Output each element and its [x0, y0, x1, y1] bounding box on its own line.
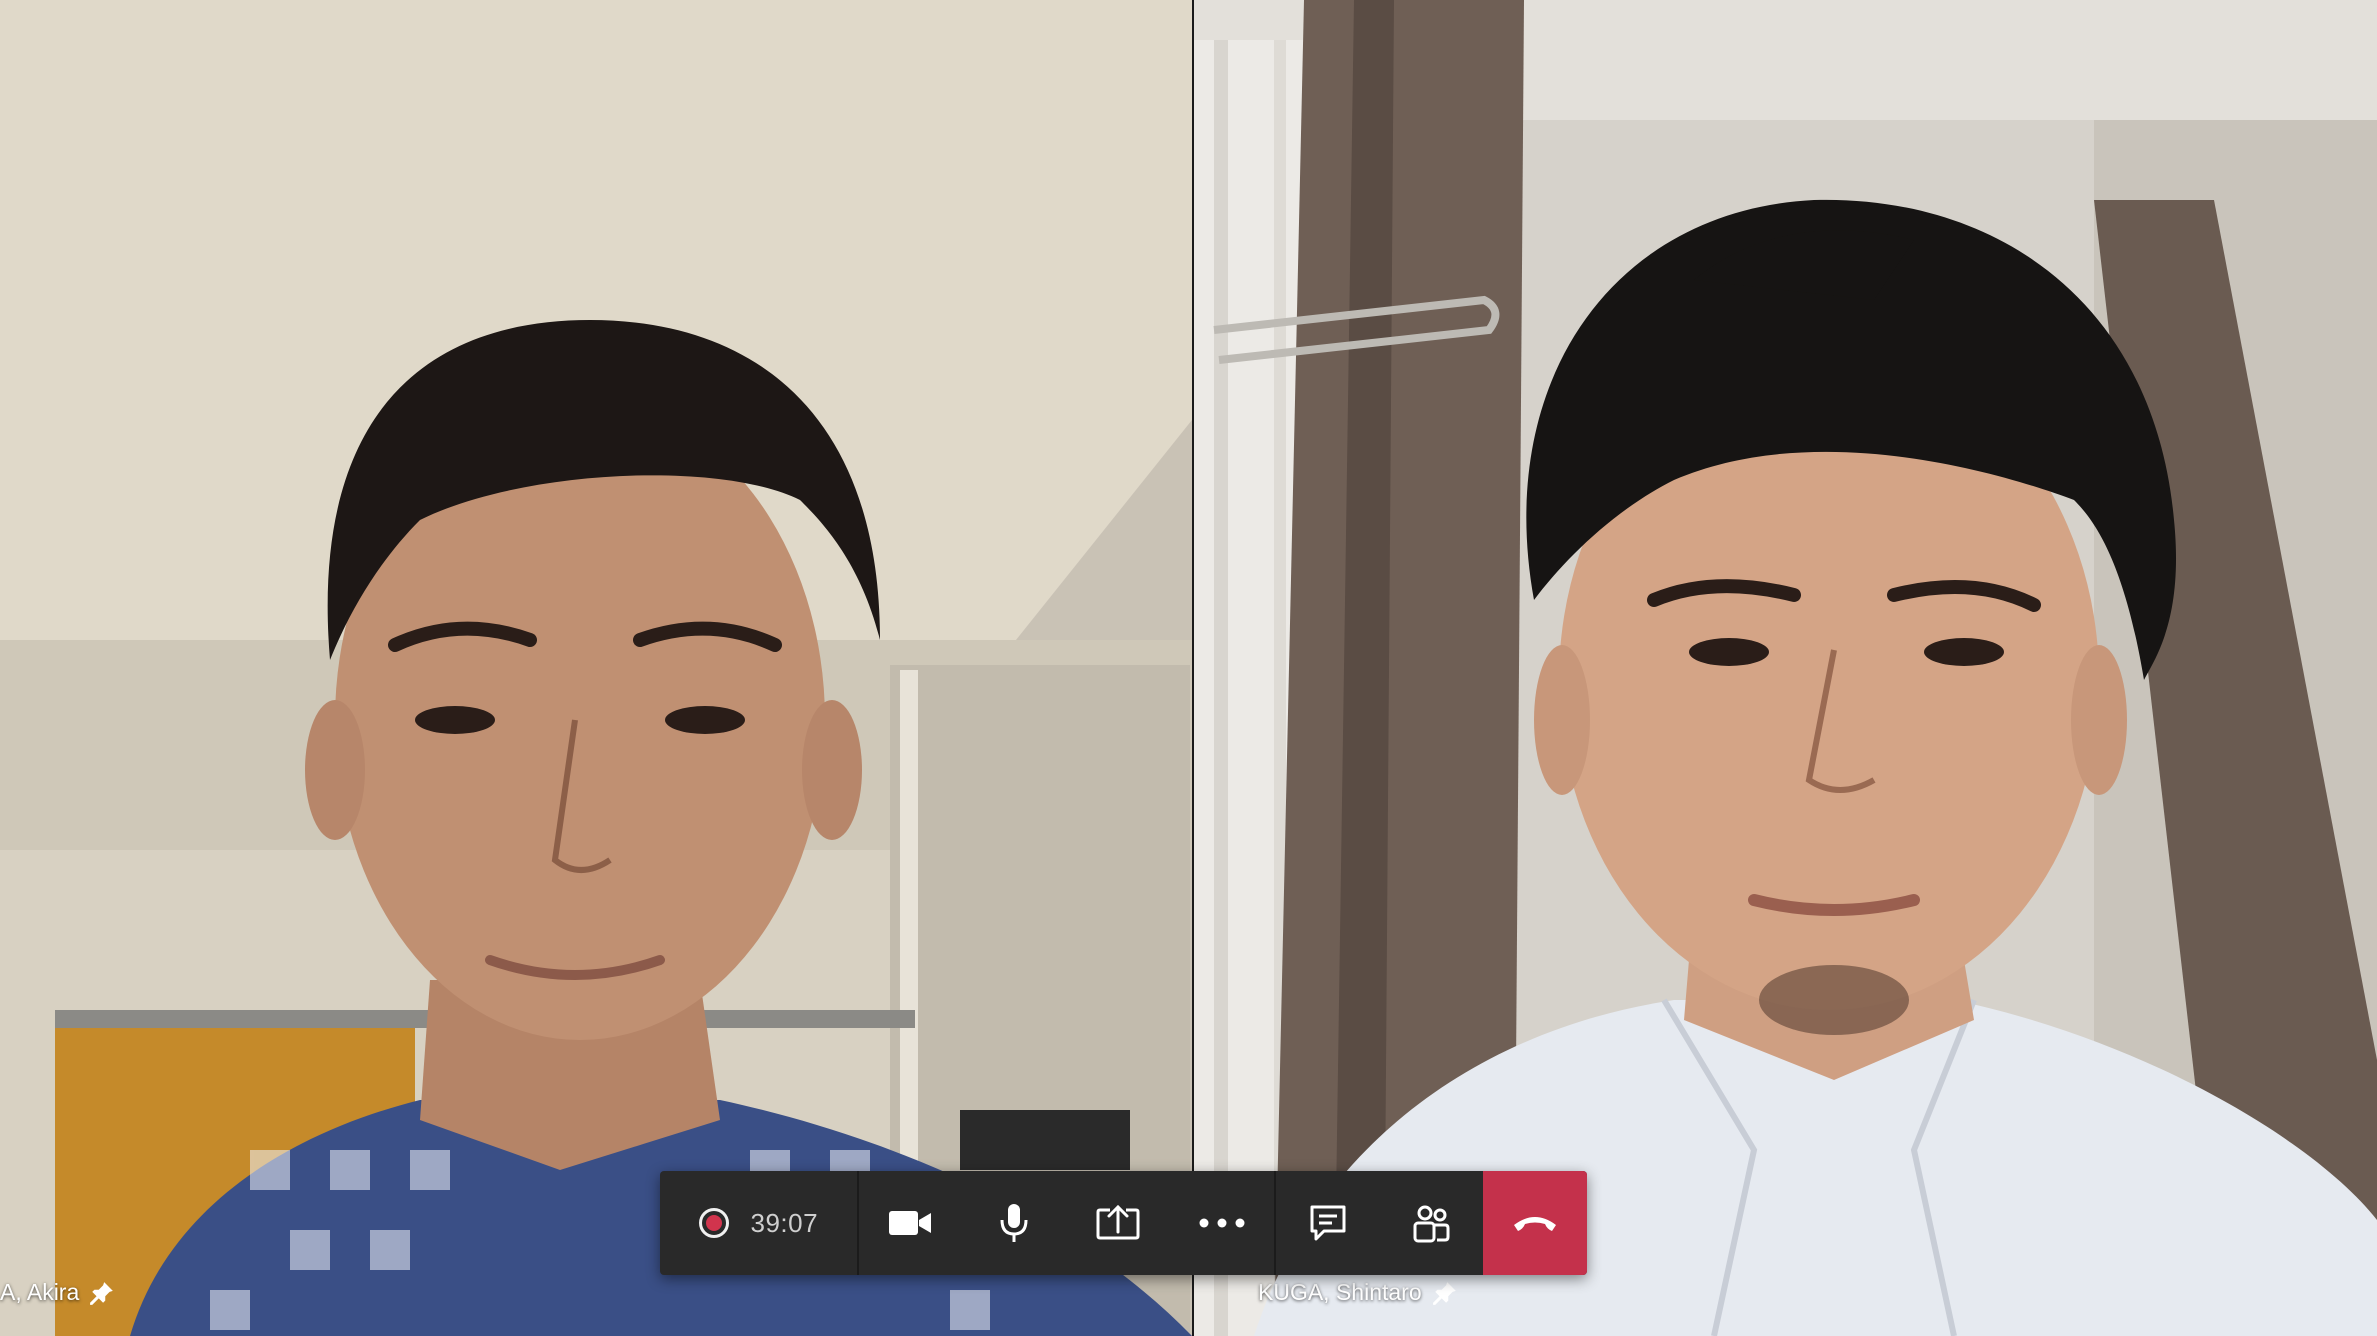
participants-button[interactable] [1379, 1171, 1483, 1275]
camera-toggle-button[interactable] [859, 1171, 963, 1275]
more-options-button[interactable] [1170, 1171, 1274, 1275]
more-options-icon [1199, 1218, 1245, 1228]
share-screen-icon [1096, 1204, 1140, 1240]
video-camera-icon [889, 1211, 932, 1235]
pin-icon[interactable] [89, 1280, 115, 1306]
share-screen-button[interactable] [1066, 1171, 1170, 1275]
pin-icon[interactable] [1432, 1280, 1458, 1306]
video-tile-left[interactable]: A, Akira [0, 0, 1192, 1336]
participant-name-label: KUGA, Shintaro [1258, 1279, 1458, 1306]
microphone-toggle-button[interactable] [962, 1171, 1066, 1275]
chat-icon [1310, 1205, 1346, 1241]
participant-name-label: A, Akira [0, 1279, 115, 1306]
hang-up-button[interactable] [1483, 1171, 1587, 1275]
participant-name: A, Akira [0, 1279, 80, 1305]
recording-status: 39:07 [660, 1171, 857, 1275]
participant-name: KUGA, Shintaro [1258, 1279, 1422, 1305]
chat-button[interactable] [1276, 1171, 1380, 1275]
recording-icon [698, 1208, 729, 1238]
microphone-icon [1000, 1204, 1028, 1242]
participant-video-shintaro [1194, 0, 2377, 1336]
participants-icon [1413, 1205, 1450, 1243]
video-tile-right[interactable]: KUGA, Shintaro [1194, 0, 2377, 1336]
participant-video-akira [0, 0, 1192, 1336]
hang-up-icon [1514, 1217, 1557, 1231]
call-timer: 39:07 [750, 1207, 819, 1238]
call-control-toolbar: 39:07 [660, 1171, 1587, 1275]
